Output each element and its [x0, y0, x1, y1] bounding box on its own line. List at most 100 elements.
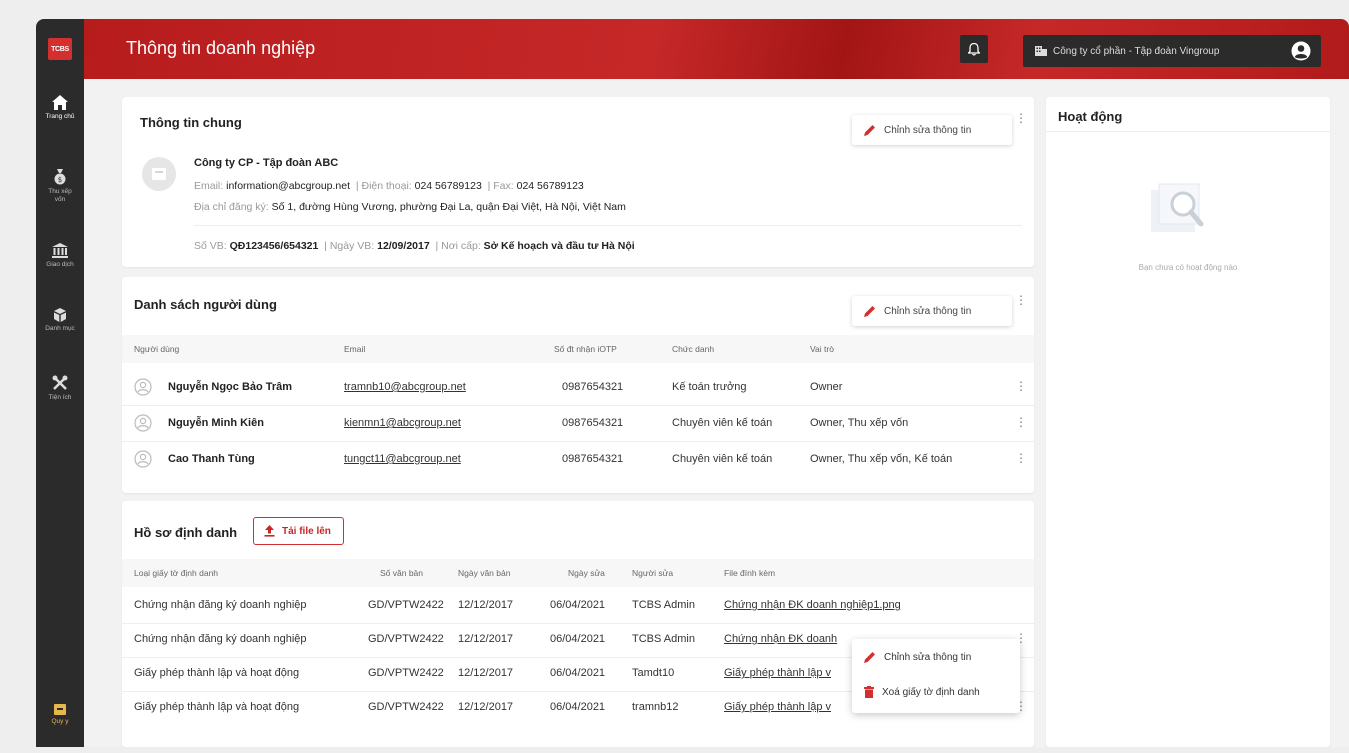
user-list-card: Danh sách người dùng Chỉnh sửa thông tin…: [122, 277, 1034, 493]
fax-label: Fax:: [493, 180, 514, 192]
doc-date: 12/12/2017: [458, 701, 514, 713]
doc-issuer: Sở Kế hoạch và đầu tư Hà Nội: [483, 240, 635, 252]
edit-users-button[interactable]: Chỉnh sửa thông tin: [852, 296, 1012, 326]
pencil-icon: [864, 306, 875, 317]
user-role: Owner, Thu xếp vốn, Kế toán: [810, 453, 953, 465]
activity-empty-text: Bạn chưa có hoạt động nào: [1138, 263, 1238, 272]
user-name: Nguyễn Ngọc Bảo Trâm: [168, 381, 293, 393]
doc-no-label: Số VB:: [194, 240, 227, 252]
user-name: Cao Thanh Tùng: [168, 453, 255, 465]
user-position: Chuyên viên kế toán: [672, 417, 773, 429]
bank-icon: [52, 243, 68, 258]
doc-no: QĐ123456/654321: [229, 240, 319, 252]
sidebar-item-utilities[interactable]: Tiện ích: [36, 375, 84, 402]
sidebar-item-label: Thu xếp vốn: [48, 188, 72, 203]
phone-label: Điện thoại:: [361, 180, 412, 192]
company-name: Công ty cổ phần - Tập đoàn Vingroup: [1053, 45, 1220, 57]
doc-no: GD/VPTW2422: [368, 633, 444, 645]
sidebar-item-portfolio[interactable]: Danh mục: [36, 308, 84, 333]
divider: [122, 623, 1034, 624]
col-edited-date: Ngày sửa: [568, 568, 605, 578]
company-fax: 024 56789123: [516, 180, 584, 192]
col-user: Người dùng: [134, 344, 180, 354]
ctx-delete-label: Xoá giấy tờ định danh: [882, 686, 980, 698]
home-icon: [52, 95, 68, 110]
row-more-icon[interactable]: ⋮: [1015, 452, 1027, 464]
sidebar-item-home[interactable]: Trang chủ: [36, 95, 84, 121]
money-bag-icon: $: [54, 169, 66, 185]
user-email-link[interactable]: tramnb10@abcgroup.net: [344, 381, 466, 393]
ctx-edit-label: Chỉnh sửa thông tin: [884, 651, 972, 663]
upload-file-button[interactable]: Tải file lên: [253, 517, 344, 545]
registration-line: Số VB: QĐ123456/654321 | Ngày VB: 12/09/…: [194, 240, 635, 252]
pencil-icon: [864, 652, 875, 663]
ctx-edit-item[interactable]: Chỉnh sửa thông tin: [864, 651, 971, 663]
doc-editor: TCBS Admin: [632, 599, 695, 611]
company-selector[interactable]: Công ty cổ phần - Tập đoàn Vingroup: [1023, 35, 1321, 67]
general-more-icon[interactable]: ⋮: [1015, 112, 1027, 124]
notification-button[interactable]: [960, 35, 988, 63]
doc-file-link[interactable]: Chứng nhận ĐK doanh nghiệp1.png: [724, 599, 901, 611]
doc-editor: Tamdt10: [632, 667, 675, 679]
trash-icon: [864, 686, 874, 698]
doc-date: 12/12/2017: [458, 599, 514, 611]
divider: [194, 225, 1022, 226]
row-more-icon[interactable]: ⋮: [1015, 416, 1027, 428]
doc-type: Chứng nhận đăng ký doanh nghiệp: [134, 599, 307, 611]
divider: [122, 441, 1034, 442]
doc-edited: 06/04/2021: [550, 633, 606, 645]
col-attachment: File đính kèm: [724, 568, 776, 578]
address-label: Địa chỉ đăng ký:: [194, 201, 269, 213]
row-context-menu: Chỉnh sửa thông tin Xoá giấy tờ định dan…: [852, 639, 1020, 713]
doc-editor: tramnb12: [632, 701, 679, 713]
doc-edited: 06/04/2021: [550, 599, 606, 611]
sidebar-item-funding[interactable]: $ Thu xếp vốn: [36, 169, 84, 204]
edit-general-label: Chỉnh sửa thông tin: [884, 124, 972, 136]
doc-file-link[interactable]: Giấy phép thành lập v: [724, 701, 831, 713]
issuer-label: Nơi cấp:: [441, 240, 481, 252]
col-doc-no: Số văn bản: [380, 568, 424, 578]
user-phone: 0987654321: [562, 381, 624, 393]
upload-icon: [264, 525, 275, 537]
tools-icon: [52, 375, 68, 390]
col-role: Vai trò: [810, 344, 834, 354]
user-email-link[interactable]: tungct11@abcgroup.net: [344, 453, 461, 465]
doc-date: 12/12/2017: [458, 667, 514, 679]
col-doc-type: Loại giấy tờ định danh: [134, 568, 219, 578]
sidebar-item-label: Tiện ích: [48, 394, 72, 401]
email-label: Email:: [194, 180, 224, 192]
edit-general-button[interactable]: Chỉnh sửa thông tin: [852, 115, 1012, 145]
pencil-icon: [864, 125, 875, 136]
contact-line: Email: information@abcgroup.net | Điện t…: [194, 180, 584, 192]
doc-date: 12/12/2017: [458, 633, 514, 645]
tcbs-logo[interactable]: TCBS: [48, 38, 72, 60]
doc-file-link[interactable]: Giấy phép thành lập v: [724, 667, 831, 679]
divider: [1046, 131, 1330, 132]
doc-date-label: Ngày VB:: [329, 240, 375, 252]
doc-file-link[interactable]: Chứng nhận ĐK doanh: [724, 633, 837, 645]
top-header: Thông tin doanh nghiệp Công ty cổ phần -…: [84, 19, 1349, 79]
col-position: Chức danh: [672, 344, 715, 354]
user-avatar-icon: [134, 414, 152, 432]
sidebar: TCBS Trang chủ $ Thu xếp vốn Giao dịch D…: [36, 19, 84, 747]
user-avatar-icon: [134, 450, 152, 468]
company-name-text: Công ty CP - Tập đoàn ABC: [194, 157, 339, 169]
sidebar-item-bottom[interactable]: Quy y: [36, 704, 84, 726]
user-role: Owner, Thu xếp vốn: [810, 417, 909, 429]
sidebar-item-label: Quy y: [51, 718, 69, 725]
sidebar-item-transactions[interactable]: Giao dịch: [36, 243, 84, 269]
user-name: Nguyễn Minh Kiên: [168, 417, 264, 429]
bell-icon: [968, 42, 980, 56]
ctx-delete-item[interactable]: Xoá giấy tờ định danh: [864, 686, 980, 698]
col-doc-date: Ngày văn bản: [458, 568, 511, 578]
users-more-icon[interactable]: ⋮: [1015, 294, 1027, 306]
user-role: Owner: [810, 381, 843, 393]
row-more-icon[interactable]: ⋮: [1015, 380, 1027, 392]
portfolio-icon: [54, 308, 66, 322]
user-email-link[interactable]: kienmn1@abcgroup.net: [344, 417, 461, 429]
account-avatar-icon[interactable]: [1291, 41, 1311, 61]
doc-date: 12/09/2017: [377, 240, 430, 252]
divider: [122, 405, 1034, 406]
user-phone: 0987654321: [562, 453, 624, 465]
user-list-title: Danh sách người dùng: [134, 297, 277, 312]
